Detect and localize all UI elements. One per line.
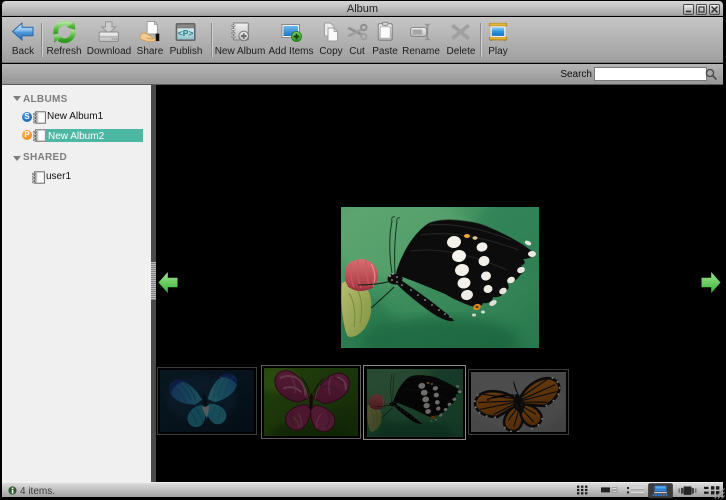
svg-text:<P>: <P> xyxy=(178,28,194,38)
